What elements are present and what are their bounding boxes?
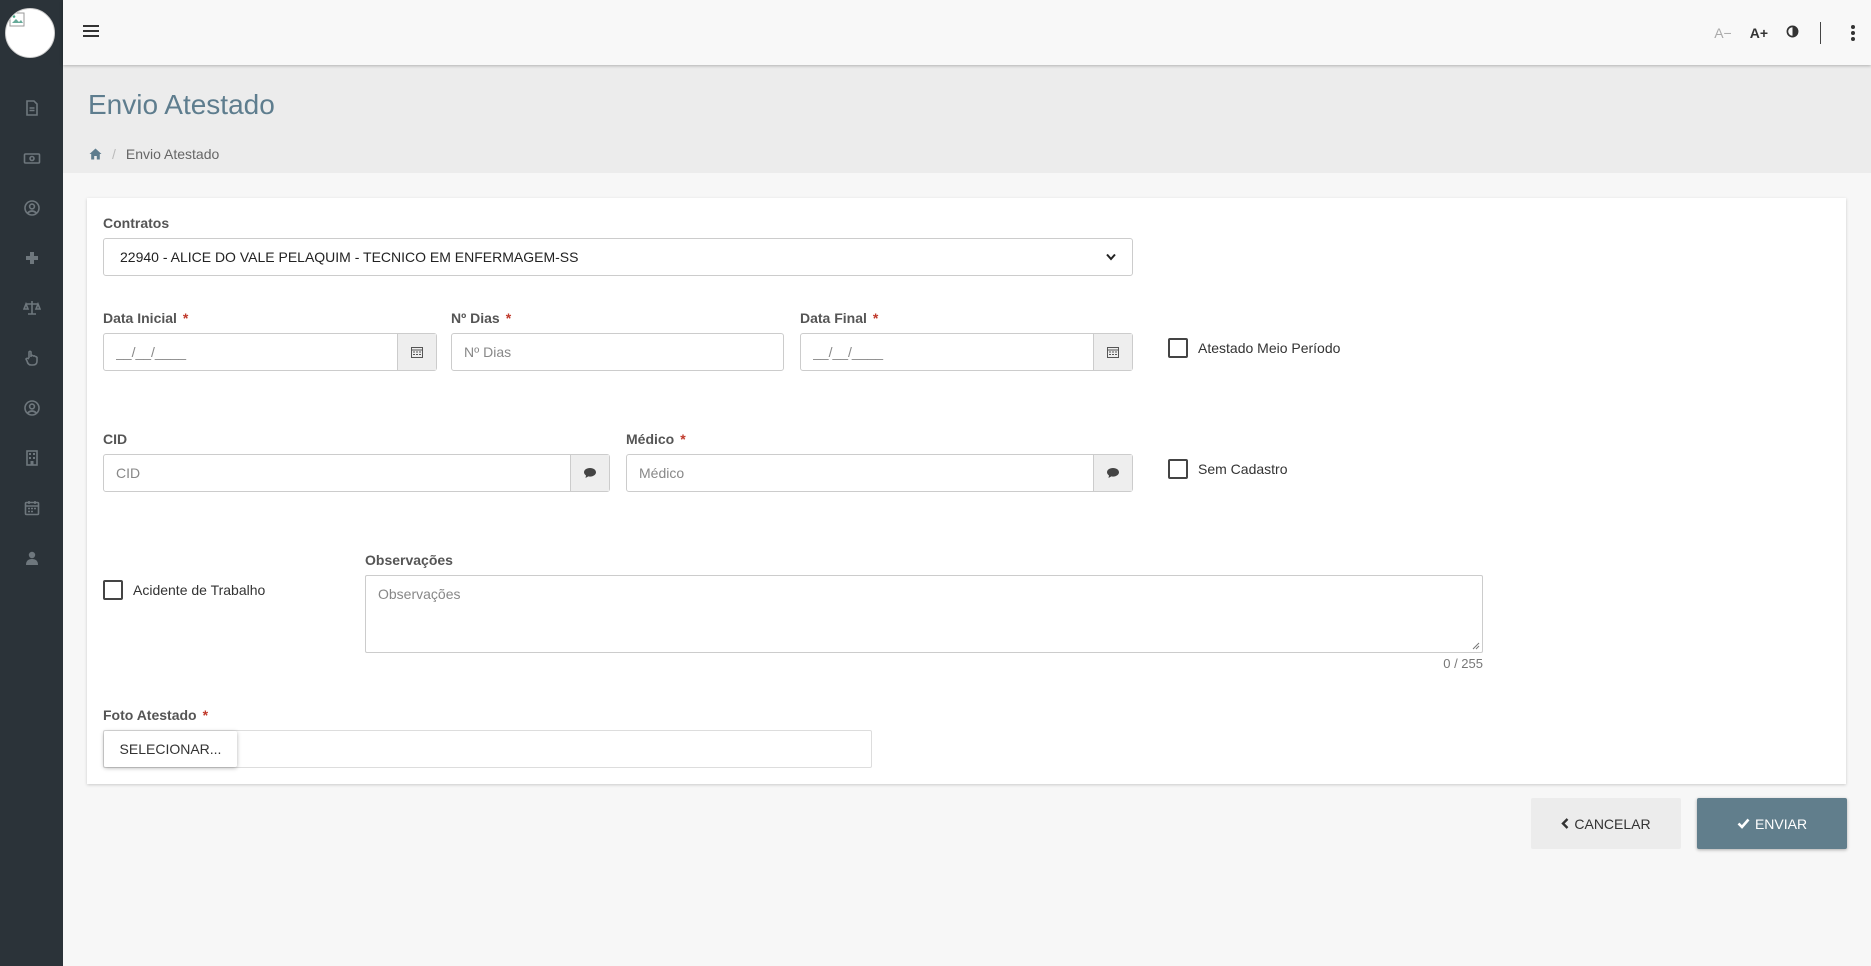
required-mark: * (680, 431, 686, 447)
user-icon (25, 551, 38, 565)
data-inicial-field (103, 333, 437, 371)
font-decrease-button[interactable]: A− (1705, 25, 1741, 41)
checkbox-box[interactable] (1168, 338, 1188, 358)
chevron-left-icon (1561, 818, 1569, 829)
kebab-icon (1851, 24, 1855, 29)
toolbar-divider (1820, 21, 1821, 44)
n-dias-input[interactable] (452, 334, 783, 370)
chevron-down-icon (1106, 253, 1116, 261)
hand-pointer-icon (24, 350, 38, 366)
contratos-selected-value: 22940 - ALICE DO VALE PELAQUIM - TECNICO… (120, 249, 579, 265)
page-header: Envio Atestado / Envio Atestado (63, 65, 1871, 173)
broken-image-icon (9, 12, 25, 27)
contrast-icon (1786, 25, 1799, 37)
resize-handle-icon[interactable] (1472, 642, 1480, 650)
calendar-icon (1107, 347, 1119, 358)
required-mark: * (505, 310, 512, 326)
acidente-trabalho-checkbox[interactable]: Acidente de Trabalho (103, 580, 265, 600)
required-mark: * (182, 310, 189, 326)
cancel-button-label: CANCELAR (1574, 815, 1651, 832)
breadcrumb: / Envio Atestado (89, 146, 219, 162)
select-file-button[interactable]: SELECIONAR... (104, 731, 237, 767)
data-final-input[interactable] (801, 334, 1093, 370)
n-dias-field (451, 333, 784, 371)
topbar: A− A+ (63, 0, 1871, 65)
cid-search-button[interactable] (570, 455, 609, 491)
acidente-trabalho-label: Acidente de Trabalho (133, 582, 266, 598)
cid-label: CID (103, 431, 128, 447)
foto-atestado-label: Foto Atestado * (103, 707, 209, 723)
data-inicial-calendar-button[interactable] (397, 334, 436, 370)
sidebar-item-company[interactable] (0, 433, 63, 483)
contratos-label: Contratos (103, 215, 170, 231)
comment-icon (1107, 468, 1119, 478)
data-final-field (800, 333, 1133, 371)
money-icon (23, 153, 40, 164)
page-title: Envio Atestado (88, 89, 275, 120)
calendar-icon (24, 501, 39, 516)
send-button[interactable]: ENVIAR (1697, 798, 1847, 849)
calendar-icon (411, 347, 423, 358)
cid-input[interactable] (104, 455, 570, 491)
sidebar-item-user[interactable] (0, 533, 63, 583)
sidebar (0, 0, 63, 966)
checkbox-box[interactable] (1168, 459, 1188, 479)
medico-input[interactable] (627, 455, 1093, 491)
sem-cadastro-checkbox[interactable]: Sem Cadastro (1168, 459, 1287, 479)
accessibility-toolbar: A− A+ (1705, 0, 1871, 65)
sidebar-nav (0, 83, 63, 583)
menu-toggle-button[interactable] (83, 22, 99, 42)
medico-label: Médico * (626, 431, 686, 447)
n-dias-label: Nº Dias * (451, 310, 512, 326)
data-final-label: Data Final * (800, 310, 879, 326)
sidebar-item-documents[interactable] (0, 83, 63, 133)
send-button-label: ENVIAR (1754, 815, 1808, 832)
sem-cadastro-label: Sem Cadastro (1198, 461, 1288, 477)
meio-periodo-checkbox[interactable]: Atestado Meio Período (1168, 338, 1340, 358)
medico-field (626, 454, 1133, 492)
more-options-button[interactable] (1835, 24, 1871, 42)
user-circle-icon (23, 400, 40, 416)
observacoes-textarea[interactable]: Observações (365, 575, 1483, 653)
comment-icon (584, 468, 596, 478)
data-final-calendar-button[interactable] (1093, 334, 1132, 370)
contratos-select[interactable]: 22940 - ALICE DO VALE PELAQUIM - TECNICO… (103, 238, 1133, 276)
user-circle-icon (23, 200, 40, 216)
sidebar-item-profile[interactable] (0, 183, 63, 233)
meio-periodo-label: Atestado Meio Período (1198, 340, 1341, 356)
foto-atestado-field[interactable]: SELECIONAR... (103, 730, 872, 768)
cid-field (103, 454, 610, 492)
font-increase-button[interactable]: A+ (1741, 25, 1777, 41)
medico-search-button[interactable] (1093, 455, 1132, 491)
sidebar-item-calendar[interactable] (0, 483, 63, 533)
logo[interactable] (5, 8, 55, 58)
breadcrumb-separator: / (112, 146, 116, 162)
observacoes-label: Observações (365, 552, 453, 568)
required-mark: * (202, 707, 209, 723)
balance-scale-icon (22, 301, 41, 315)
observacoes-char-counter: 0 / 255 (1443, 656, 1483, 671)
check-icon (1737, 818, 1750, 829)
sidebar-item-account[interactable] (0, 383, 63, 433)
data-inicial-label: Data Inicial * (103, 310, 189, 326)
plus-icon (25, 252, 38, 264)
checkbox-box[interactable] (103, 580, 123, 600)
contrast-button[interactable] (1777, 25, 1808, 41)
observacoes-placeholder: Observações (378, 586, 461, 602)
home-icon[interactable] (89, 148, 102, 160)
data-inicial-input[interactable] (104, 334, 397, 370)
breadcrumb-current: Envio Atestado (125, 146, 220, 162)
building-icon (25, 450, 38, 466)
cancel-button[interactable]: CANCELAR (1531, 798, 1681, 849)
file-icon (25, 100, 38, 116)
form-card: Contratos 22940 - ALICE DO VALE PELAQUIM… (87, 198, 1846, 784)
required-mark: * (872, 310, 879, 326)
sidebar-item-health[interactable] (0, 233, 63, 283)
sidebar-item-payments[interactable] (0, 133, 63, 183)
sidebar-item-timeclock[interactable] (0, 333, 63, 383)
sidebar-item-legal[interactable] (0, 283, 63, 333)
hamburger-icon (83, 25, 99, 27)
